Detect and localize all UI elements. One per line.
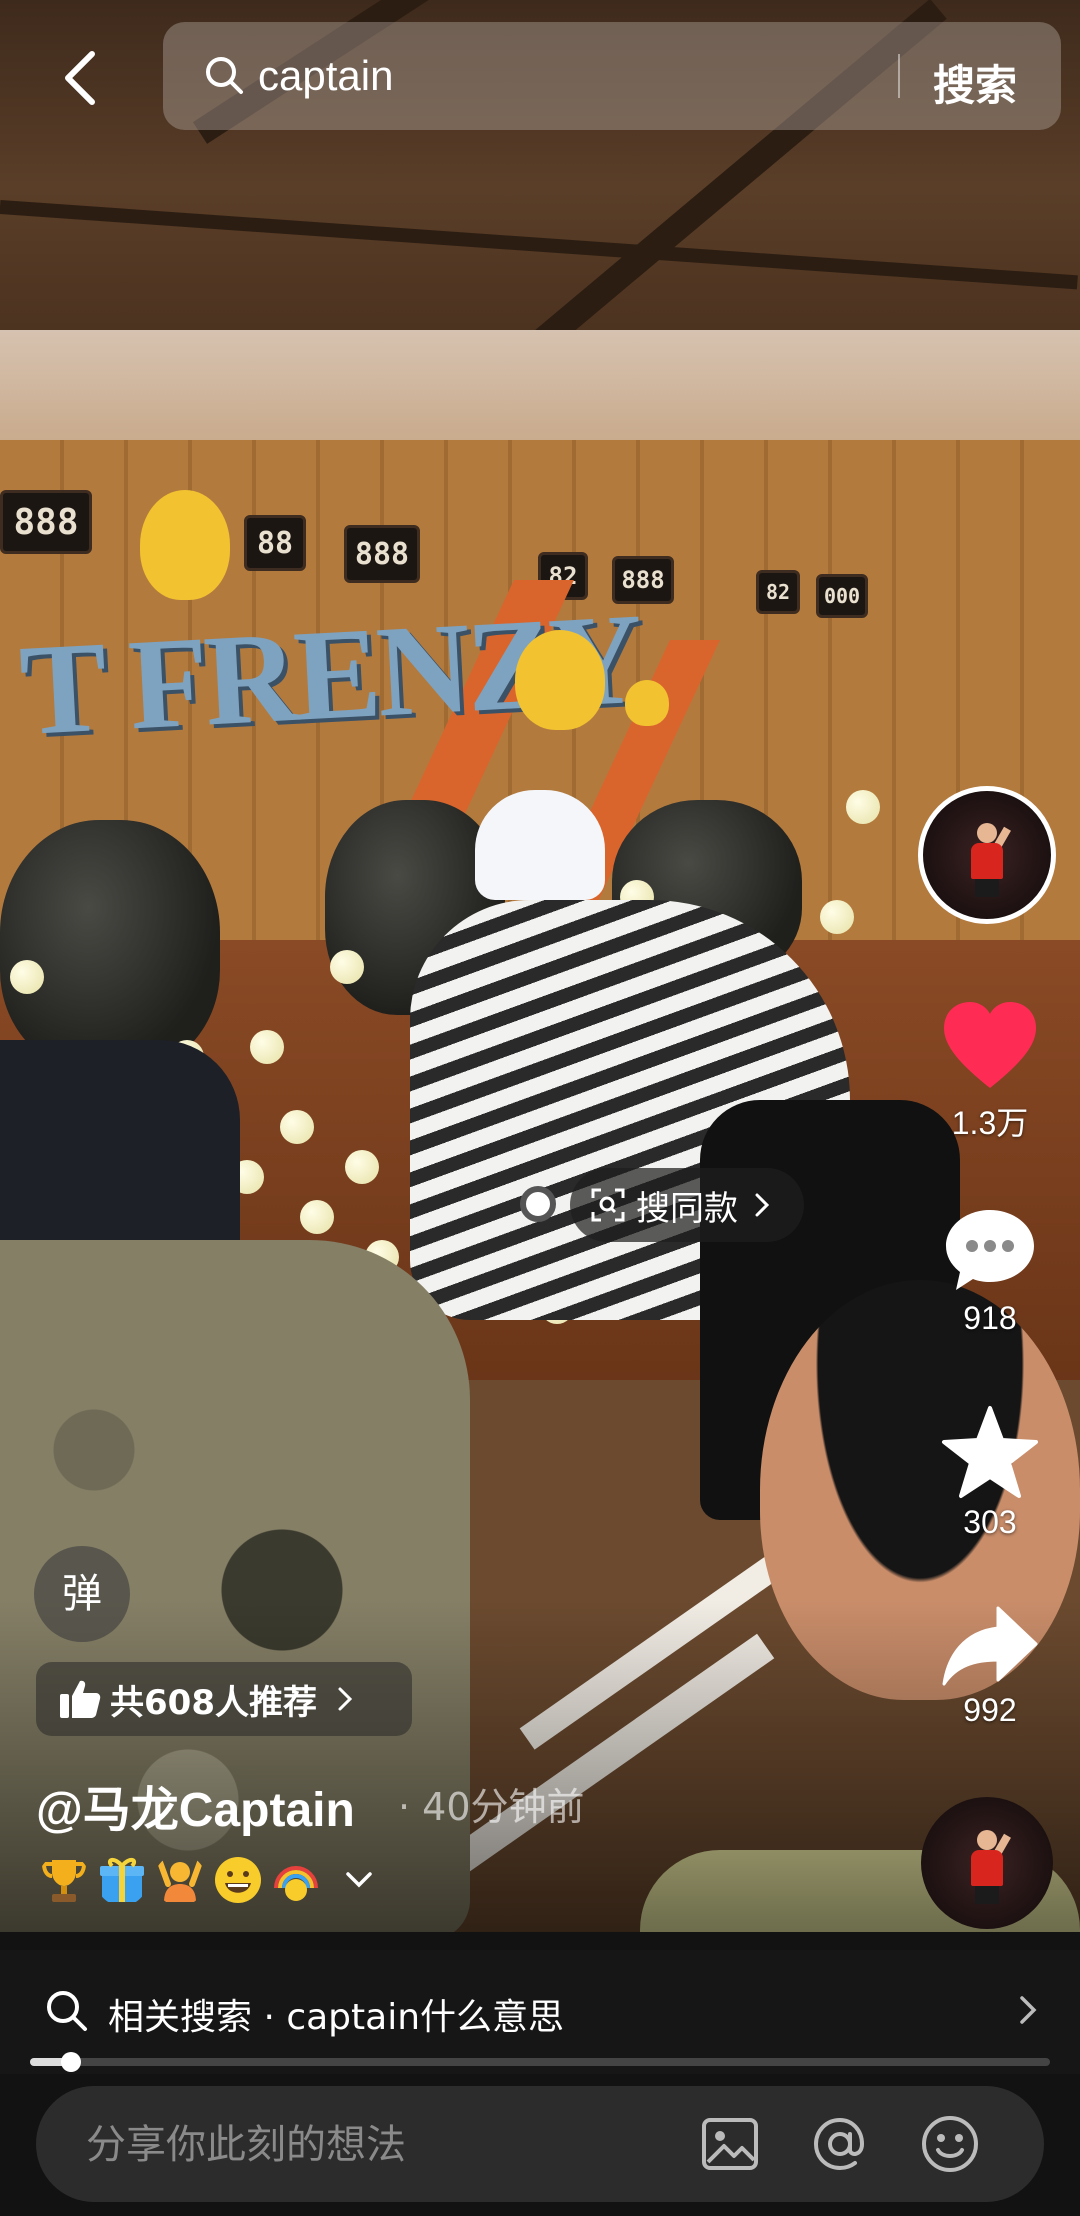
share-count: 992 <box>963 1692 1017 1728</box>
comment-button[interactable]: 918 <box>910 1206 1070 1337</box>
chevron-left-icon <box>65 51 95 105</box>
search-icon <box>206 57 243 94</box>
danmu-label: 弹 <box>62 1571 102 1617</box>
trophy-icon <box>41 1860 87 1902</box>
scoreboard: 888 <box>344 525 420 583</box>
image-icon[interactable] <box>696 2110 764 2178</box>
chevron-down-icon[interactable] <box>342 1868 376 1892</box>
bunny-decoration <box>140 490 230 600</box>
grinning-face-icon <box>215 1857 261 1903</box>
star-icon <box>942 1406 1038 1498</box>
post-time: · 40分钟前 <box>398 1785 585 1829</box>
progress-knob[interactable] <box>60 2052 81 2072</box>
comment-input[interactable] <box>84 2114 688 2176</box>
like-count: 1.3万 <box>951 1105 1029 1141</box>
person-cap <box>475 790 605 900</box>
search-box[interactable]: captain 搜索 <box>163 22 1061 130</box>
related-search-label: 相关搜索 · captain什么意思 <box>108 1997 565 2038</box>
related-search-bar[interactable]: 相关搜索 · captain什么意思 <box>0 1950 1080 2074</box>
music-disc-avatar[interactable] <box>921 1797 1053 1929</box>
avatar-image <box>971 1830 1011 1904</box>
recommend-label: 共608人推荐 <box>110 1682 317 1723</box>
like-button[interactable]: 1.3万 <box>910 1000 1070 1144</box>
heart-icon <box>944 1002 1036 1088</box>
scan-icon <box>591 1188 625 1222</box>
share-button[interactable]: 992 <box>910 1604 1070 1729</box>
avatar-image <box>971 823 1011 897</box>
thumbs-up-icon <box>60 1680 101 1718</box>
author-avatar[interactable] <box>918 786 1056 924</box>
chevron-right-icon <box>338 1687 353 1711</box>
emoji-icon[interactable] <box>916 2110 984 2178</box>
search-same-button[interactable]: 搜同款 <box>570 1168 804 1242</box>
search-divider <box>898 54 900 98</box>
caption-emojis <box>38 1850 376 1910</box>
danmu-toggle-button[interactable]: 弹 <box>34 1546 130 1642</box>
search-input[interactable]: captain <box>258 52 393 100</box>
at-mention-icon[interactable] <box>806 2110 874 2178</box>
scoreboard: 82 <box>756 570 800 614</box>
author-name[interactable]: @马龙Captain <box>36 1770 355 1840</box>
person-raising-hands-icon <box>157 1859 203 1902</box>
pot <box>0 820 220 1070</box>
chevron-right-icon <box>755 1193 770 1217</box>
chevron-right-icon <box>1020 1996 1037 2024</box>
product-tag-dot[interactable] <box>520 1186 556 1222</box>
gift-icon <box>100 1858 144 1902</box>
favorite-button[interactable]: 303 <box>910 1404 1070 1541</box>
video-progress-bar[interactable] <box>30 2052 1050 2072</box>
search-button[interactable]: 搜索 <box>933 52 1017 113</box>
comment-bar <box>36 2086 1044 2202</box>
bunny-decoration <box>515 630 605 730</box>
rainbow-face-icon <box>274 1866 318 1901</box>
scoreboard: 000 <box>816 574 868 618</box>
scoreboard: 88 <box>244 515 306 571</box>
favorite-count: 303 <box>963 1504 1017 1540</box>
search-icon <box>47 1991 87 2031</box>
scoreboard: 888 <box>0 490 92 554</box>
comment-bubble-icon <box>946 1210 1034 1290</box>
back-button[interactable] <box>52 48 112 108</box>
search-same-label: 搜同款 <box>636 1188 738 1229</box>
bunny-decoration <box>625 680 669 726</box>
scene-wall-light <box>0 330 1080 450</box>
recommend-button[interactable]: 共608人推荐 <box>36 1662 412 1736</box>
share-arrow-icon <box>942 1606 1038 1686</box>
comment-count: 918 <box>963 1300 1017 1336</box>
